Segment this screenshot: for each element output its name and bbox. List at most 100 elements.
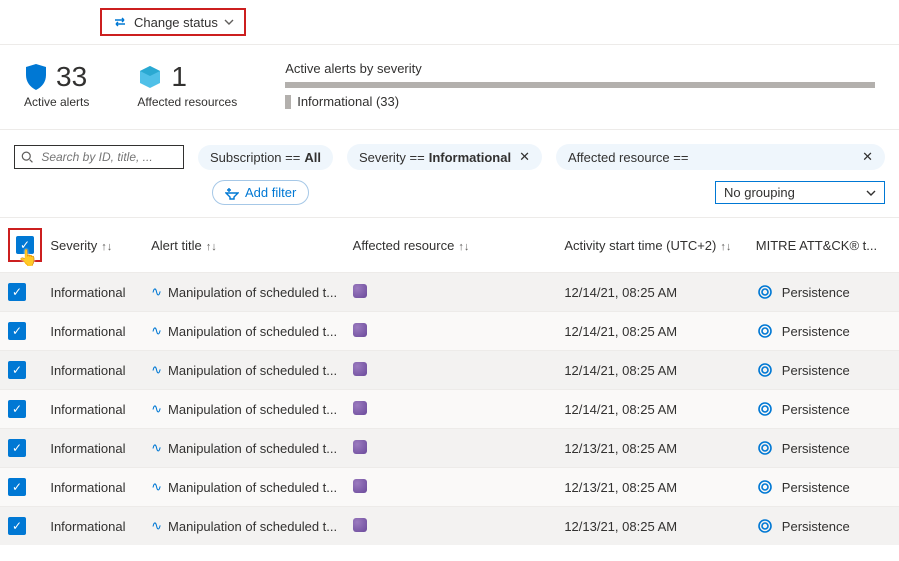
table-row[interactable]: ✓ Informational∿Manipulation of scheduled… xyxy=(0,390,899,429)
cell-time: 12/13/21, 08:25 AM xyxy=(556,468,747,507)
column-affected-resource[interactable]: Affected resource↑↓ xyxy=(345,218,557,273)
chevron-down-icon xyxy=(866,188,876,198)
cell-resource[interactable] xyxy=(345,429,557,468)
row-checkbox[interactable]: ✓ xyxy=(8,439,26,457)
cell-time: 12/13/21, 08:25 AM xyxy=(556,429,747,468)
active-alerts-label: Active alerts xyxy=(24,95,89,109)
table-row[interactable]: ✓Informational∿Manipulation of scheduled… xyxy=(0,351,899,390)
cell-resource[interactable] xyxy=(345,468,557,507)
pulse-icon: ∿ xyxy=(151,323,162,339)
active-alerts-count: 33 xyxy=(56,61,87,93)
column-alert-title[interactable]: Alert title↑↓ xyxy=(143,218,345,273)
cell-title[interactable]: ∿Manipulation of scheduled t... xyxy=(143,312,345,351)
remove-severity-filter[interactable]: ✕ xyxy=(519,149,530,165)
sort-icon: ↑↓ xyxy=(458,241,469,253)
pulse-icon: ∿ xyxy=(151,518,162,534)
cell-severity: Informational xyxy=(42,390,143,429)
pulse-icon: ∿ xyxy=(151,440,162,456)
tactic-icon xyxy=(756,322,774,340)
cell-title[interactable]: ∿Manipulation of scheduled t... xyxy=(143,468,345,507)
summary-bar: 33 Active alerts 1 Affected resources Ac… xyxy=(0,45,899,130)
add-filter-button[interactable]: Add filter xyxy=(212,180,309,205)
cell-resource[interactable] xyxy=(345,507,557,546)
severity-title: Active alerts by severity xyxy=(285,61,875,76)
cell-resource[interactable] xyxy=(345,351,557,390)
cell-time: 12/14/21, 08:25 AM xyxy=(556,351,747,390)
cell-severity: Informational xyxy=(42,312,143,351)
cell-resource[interactable] xyxy=(345,312,557,351)
change-status-button[interactable]: Change status xyxy=(100,8,246,36)
pulse-icon: ∿ xyxy=(151,401,162,417)
table-row[interactable]: ✓ Informational∿Manipulation of scheduled… xyxy=(0,468,899,507)
sort-icon: ↑↓ xyxy=(206,241,217,253)
severity-swatch xyxy=(285,95,291,109)
cell-title[interactable]: ∿Manipulation of scheduled t... xyxy=(143,429,345,468)
cell-mitre: Persistence xyxy=(748,468,899,507)
affected-resources-count: 1 xyxy=(171,61,187,93)
row-checkbox[interactable]: ✓ xyxy=(8,478,26,496)
tactic-icon xyxy=(756,283,774,301)
affected-resources-metric: 1 Affected resources xyxy=(137,61,237,109)
cube-icon xyxy=(137,64,163,90)
cell-resource[interactable] xyxy=(345,390,557,429)
tactic-icon xyxy=(756,517,774,535)
row-checkbox[interactable]: ✓ xyxy=(8,400,26,418)
severity-legend: Informational (33) xyxy=(297,94,399,109)
cell-title[interactable]: ∿Manipulation of scheduled t... xyxy=(143,351,345,390)
cell-title[interactable]: ∿Manipulation of scheduled t... xyxy=(143,390,345,429)
row-checkbox[interactable]: ✓ xyxy=(8,361,26,379)
tactic-icon xyxy=(756,361,774,379)
cell-severity: Informational xyxy=(42,507,143,546)
column-activity-start[interactable]: Activity start time (UTC+2)↑↓ xyxy=(556,218,747,273)
resource-icon xyxy=(353,284,367,298)
cell-title[interactable]: ∿Manipulation of scheduled t... xyxy=(143,507,345,546)
row-checkbox[interactable]: ✓ xyxy=(8,517,26,535)
filter-pill-affected-resource[interactable]: Affected resource == ✕ xyxy=(556,144,885,170)
column-mitre[interactable]: MITRE ATT&CK® t... xyxy=(748,218,899,273)
swap-icon xyxy=(112,14,128,30)
tactic-icon xyxy=(756,478,774,496)
resource-icon xyxy=(353,518,367,532)
remove-affected-resource-filter[interactable]: ✕ xyxy=(862,149,873,165)
filter-pill-subscription[interactable]: Subscription == All xyxy=(198,145,333,170)
cell-time: 12/13/21, 08:25 AM xyxy=(556,507,747,546)
cell-resource[interactable] xyxy=(345,273,557,312)
cell-mitre: Persistence xyxy=(748,429,899,468)
cell-title[interactable]: ∿Manipulation of scheduled t... xyxy=(143,273,345,312)
filter-pill-severity[interactable]: Severity == Informational ✕ xyxy=(347,144,542,170)
table-row[interactable]: ✓ Informational∿Manipulation of scheduled… xyxy=(0,429,899,468)
alerts-table: ✓ 👆 Severity↑↓ Alert title↑↓ Affected re… xyxy=(0,217,899,545)
table-row[interactable]: ✓ Informational∿Manipulation of scheduled… xyxy=(0,312,899,351)
cell-severity: Informational xyxy=(42,273,143,312)
cell-mitre: Persistence xyxy=(748,273,899,312)
row-checkbox[interactable]: ✓ xyxy=(8,283,26,301)
resource-icon xyxy=(353,401,367,415)
resource-icon xyxy=(353,362,367,376)
sort-icon: ↑↓ xyxy=(720,241,731,253)
cell-time: 12/14/21, 08:25 AM xyxy=(556,312,747,351)
affected-resources-label: Affected resources xyxy=(137,95,237,109)
cell-severity: Informational xyxy=(42,429,143,468)
tactic-icon xyxy=(756,400,774,418)
grouping-select[interactable]: No grouping xyxy=(715,181,885,204)
table-row[interactable]: ✓ Informational∿Manipulation of scheduled… xyxy=(0,273,899,312)
column-severity[interactable]: Severity↑↓ xyxy=(42,218,143,273)
sort-icon: ↑↓ xyxy=(101,241,112,253)
shield-icon xyxy=(24,63,48,91)
search-input-wrapper[interactable] xyxy=(14,145,184,169)
severity-chart: Active alerts by severity Informational … xyxy=(285,61,875,109)
pulse-icon: ∿ xyxy=(151,362,162,378)
search-input[interactable] xyxy=(39,149,177,165)
change-status-label: Change status xyxy=(134,15,218,30)
cell-mitre: Persistence xyxy=(748,312,899,351)
cell-severity: Informational xyxy=(42,468,143,507)
select-all-checkbox[interactable]: ✓ xyxy=(16,236,34,254)
table-row[interactable]: ✓ Informational∿Manipulation of scheduled… xyxy=(0,507,899,546)
tactic-icon xyxy=(756,439,774,457)
cell-mitre: Persistence xyxy=(748,507,899,546)
resource-icon xyxy=(353,440,367,454)
chevron-down-icon xyxy=(224,17,234,27)
row-checkbox[interactable]: ✓ xyxy=(8,322,26,340)
search-icon xyxy=(21,150,33,164)
pulse-icon: ∿ xyxy=(151,284,162,300)
